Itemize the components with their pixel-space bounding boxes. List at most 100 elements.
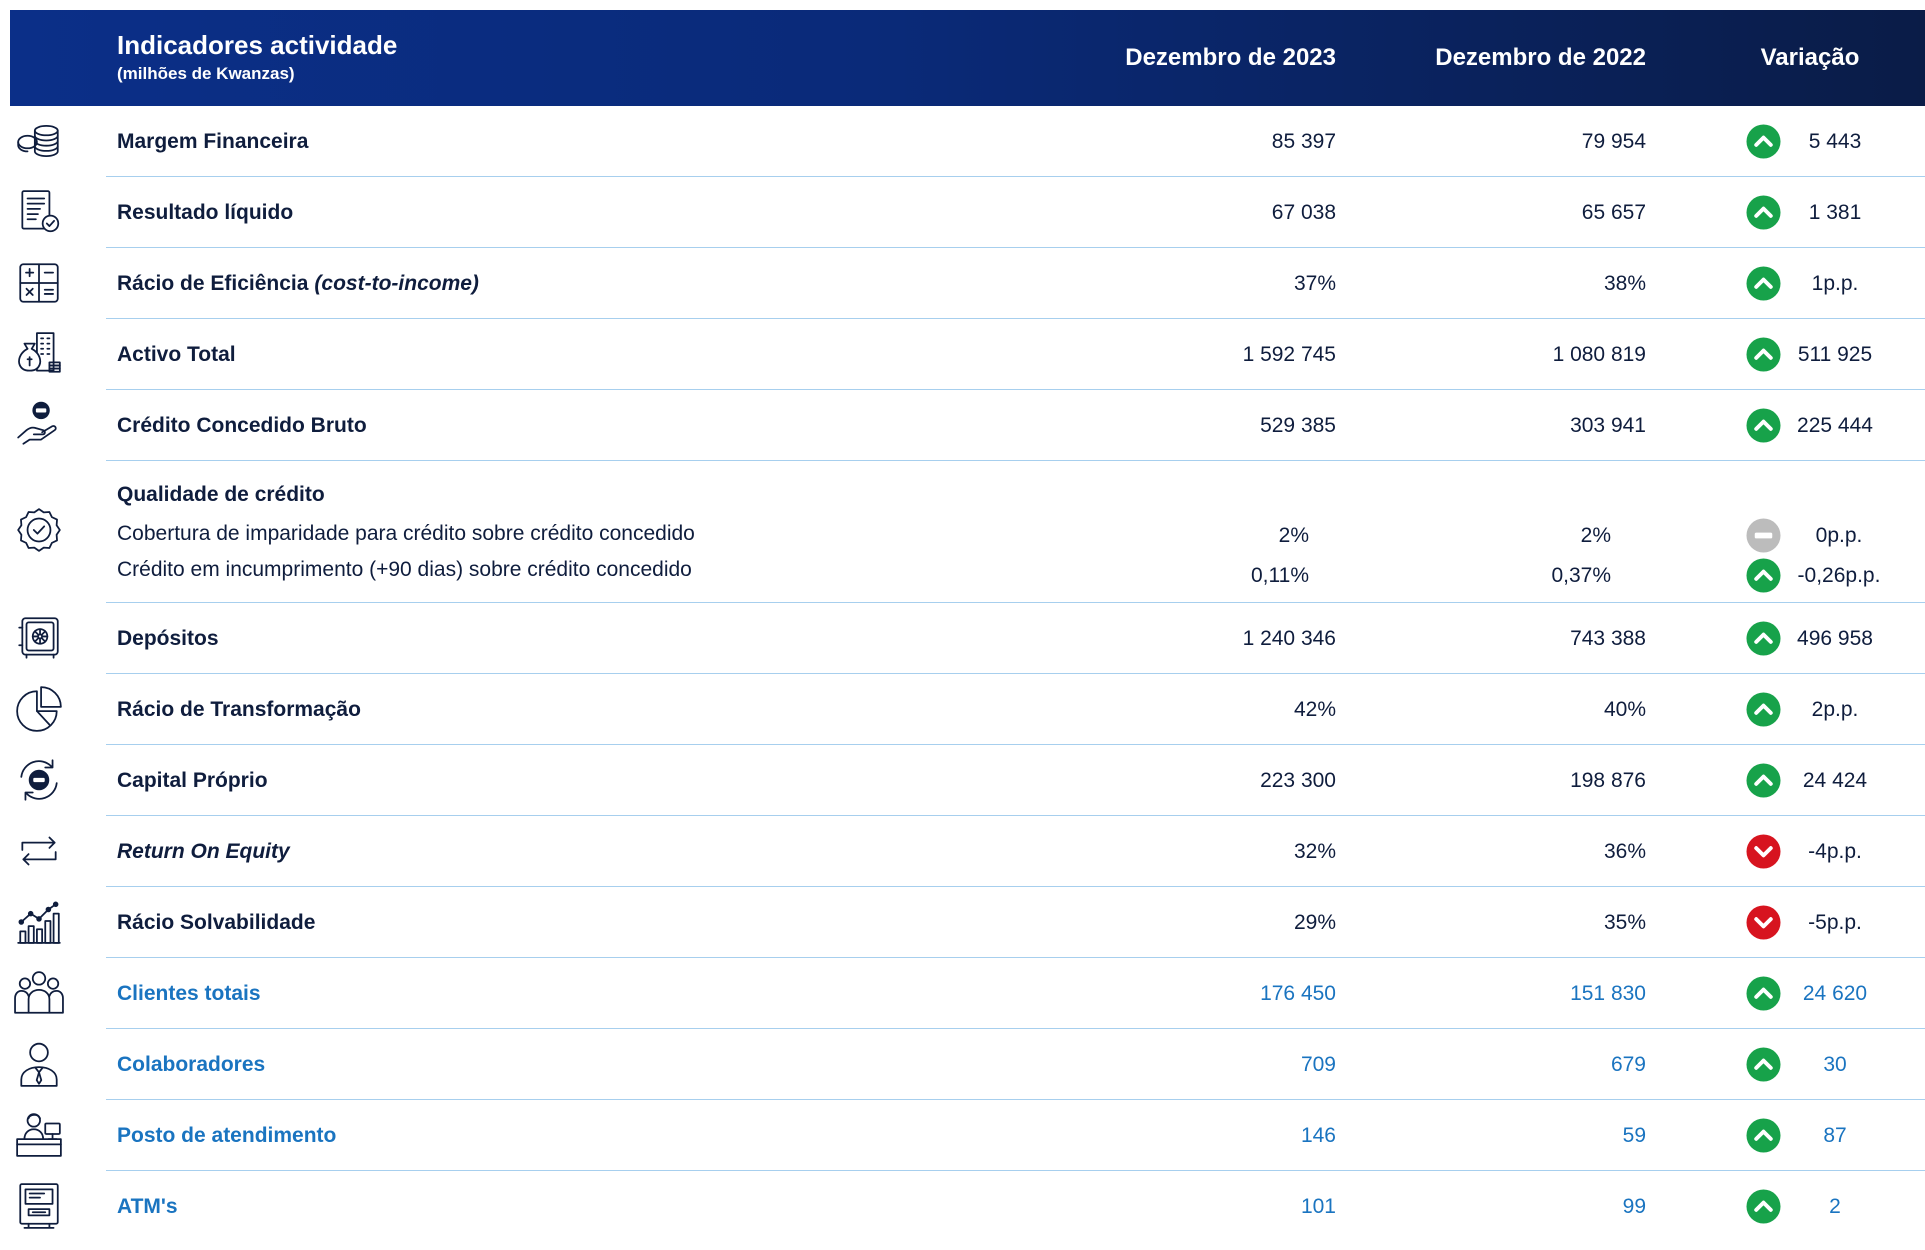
value-2023: 709 (1300, 1053, 1336, 1076)
indicator-label: Posto de atendimento (117, 1124, 337, 1147)
indicator-label-text: Rácio de Eficiência (117, 272, 309, 295)
indicator-label: Clientes totais (117, 982, 261, 1005)
indicator-label: Depósitos (117, 627, 219, 650)
table-row: Margem Financeira 85 397 79 954 5 443 (0, 106, 1925, 177)
value-2023: 223 300 (1260, 769, 1336, 792)
indicator-label: Rácio de Transformação (117, 698, 361, 721)
value-2023: 0,11% (1251, 564, 1309, 587)
variation-value: 2p.p. (1811, 698, 1859, 721)
value-2022: 65 657 (1581, 201, 1646, 224)
table-row: Clientes totais 176 450 151 830 24 620 (0, 958, 1925, 1029)
value-2022: 2% (1580, 524, 1611, 547)
indicators-table: Margem Financeira 85 397 79 954 5 443 Re… (0, 106, 1925, 1242)
credit-quality-title: Qualidade de crédito (117, 483, 325, 506)
value-2022: 303 941 (1570, 414, 1646, 437)
table-row: Activo Total 1 592 745 1 080 819 511 925 (0, 319, 1925, 390)
value-2022: 59 (1622, 1124, 1646, 1147)
value-2022: 1 080 819 (1552, 343, 1646, 366)
table-row: ATM's 101 99 2 (0, 1171, 1925, 1242)
atm-icon (14, 1181, 64, 1231)
trend-indicator-icon (1746, 558, 1781, 593)
value-2023: 176 450 (1260, 982, 1336, 1005)
variation-value: 24 424 (1802, 769, 1868, 792)
table-row: Resultado líquido 67 038 65 657 1 381 (0, 177, 1925, 248)
variation-value: 496 958 (1797, 627, 1873, 650)
value-2022: 36% (1603, 840, 1646, 863)
table-row: Rácio Solvabilidade 29% 35% -5p.p. (0, 887, 1925, 958)
value-2022: 0,37% (1551, 564, 1611, 587)
indicator-label: Rácio de Eficiência (cost-to-income) (117, 248, 479, 319)
credit-quality-block: Qualidade de crédito Cobertura de impari… (0, 461, 1925, 603)
indicator-label-italic: (cost-to-income) (314, 272, 479, 295)
table-row: Posto de atendimento 146 59 87 (0, 1100, 1925, 1171)
calculator-icon (14, 258, 64, 308)
variation-value: 225 444 (1797, 414, 1873, 437)
column-header-2023: Dezembro de 2023 (1125, 44, 1336, 71)
value-2023: 29% (1293, 911, 1336, 934)
value-2022: 38% (1603, 272, 1646, 295)
receipt-check-icon (14, 187, 64, 237)
variation-value: 2 (1829, 1195, 1841, 1218)
value-2023: 85 397 (1271, 130, 1336, 153)
value-2023: 1 240 346 (1242, 627, 1336, 650)
growth-chart-icon (14, 897, 64, 947)
table-row: Rácio de Eficiência (cost-to-income) 37% … (0, 248, 1925, 319)
table-row: Colaboradores 709 679 30 (0, 1029, 1925, 1100)
variation-value: 511 925 (1797, 343, 1873, 366)
variation-value: 87 (1823, 1124, 1847, 1147)
sub-indicator-label: Cobertura de imparidade para crédito sob… (117, 522, 695, 545)
value-2022: 35% (1603, 911, 1646, 934)
indicator-label: Margem Financeira (117, 130, 309, 153)
indicator-label: Activo Total (117, 343, 236, 366)
repeat-arrows-icon (14, 826, 64, 876)
table-row: Return On Equity 32% 36% -4p.p. (0, 816, 1925, 887)
indicator-label: Colaboradores (117, 1053, 266, 1076)
column-header-variation: Variação (1760, 44, 1860, 71)
table-row: Rácio de Transformação 42% 40% 2p.p. (0, 674, 1925, 745)
table-row: Capital Próprio 223 300 198 876 24 424 (0, 745, 1925, 816)
value-2023: 67 038 (1271, 201, 1336, 224)
variation-value: 30 (1823, 1053, 1847, 1076)
coin-refresh-icon (14, 755, 64, 805)
indicator-label: Return On Equity (117, 840, 290, 863)
value-2022: 40% (1603, 698, 1646, 721)
variation-value: 0p.p. (1815, 524, 1863, 547)
value-2022: 198 876 (1570, 769, 1646, 792)
variation-value: 5 443 (1808, 130, 1862, 153)
column-header-2022: Dezembro de 2022 (1435, 44, 1646, 71)
money-bag-building-icon (14, 329, 64, 379)
service-desk-icon (14, 1110, 64, 1160)
pie-chart-icon (14, 684, 64, 734)
indicator-label: Resultado líquido (117, 201, 294, 224)
coins-icon (14, 116, 64, 166)
value-2022: 151 830 (1570, 982, 1646, 1005)
variation-value: -0,26p.p. (1797, 564, 1881, 587)
variation-value: -5p.p. (1808, 911, 1862, 934)
table-header: Indicadores actividade (milhões de Kwanz… (10, 10, 1925, 106)
badge-check-icon (14, 505, 64, 555)
variation-value: 1p.p. (1811, 272, 1859, 295)
variation-value: 1 381 (1808, 201, 1862, 224)
value-2023: 101 (1300, 1195, 1336, 1218)
indicator-label: Crédito Concedido Bruto (117, 414, 367, 437)
table-row: Depósitos 1 240 346 743 388 496 958 (0, 603, 1925, 674)
value-2023: 32% (1293, 840, 1336, 863)
sub-indicator-label: Crédito em incumprimento (+90 dias) sobr… (117, 558, 692, 581)
value-2022: 99 (1622, 1195, 1646, 1218)
value-2023: 146 (1300, 1124, 1336, 1147)
hand-coin-icon (14, 400, 64, 450)
indicator-label: ATM's (117, 1195, 178, 1218)
indicator-label: Rácio Solvabilidade (117, 911, 316, 934)
value-2022: 679 (1610, 1053, 1646, 1076)
table-subtitle: (milhões de Kwanzas) (117, 64, 295, 83)
value-2022: 743 388 (1570, 627, 1646, 650)
table-row: Crédito Concedido Bruto 529 385 303 941 … (0, 390, 1925, 461)
variation-value: 24 620 (1802, 982, 1868, 1005)
user-tie-icon (14, 1039, 64, 1089)
variation-value: -4p.p. (1808, 840, 1862, 863)
safe-icon (14, 613, 64, 663)
indicator-label: Capital Próprio (117, 769, 268, 792)
table-title: Indicadores actividade (117, 30, 398, 60)
value-2023: 1 592 745 (1242, 343, 1336, 366)
people-group-icon (14, 968, 64, 1018)
